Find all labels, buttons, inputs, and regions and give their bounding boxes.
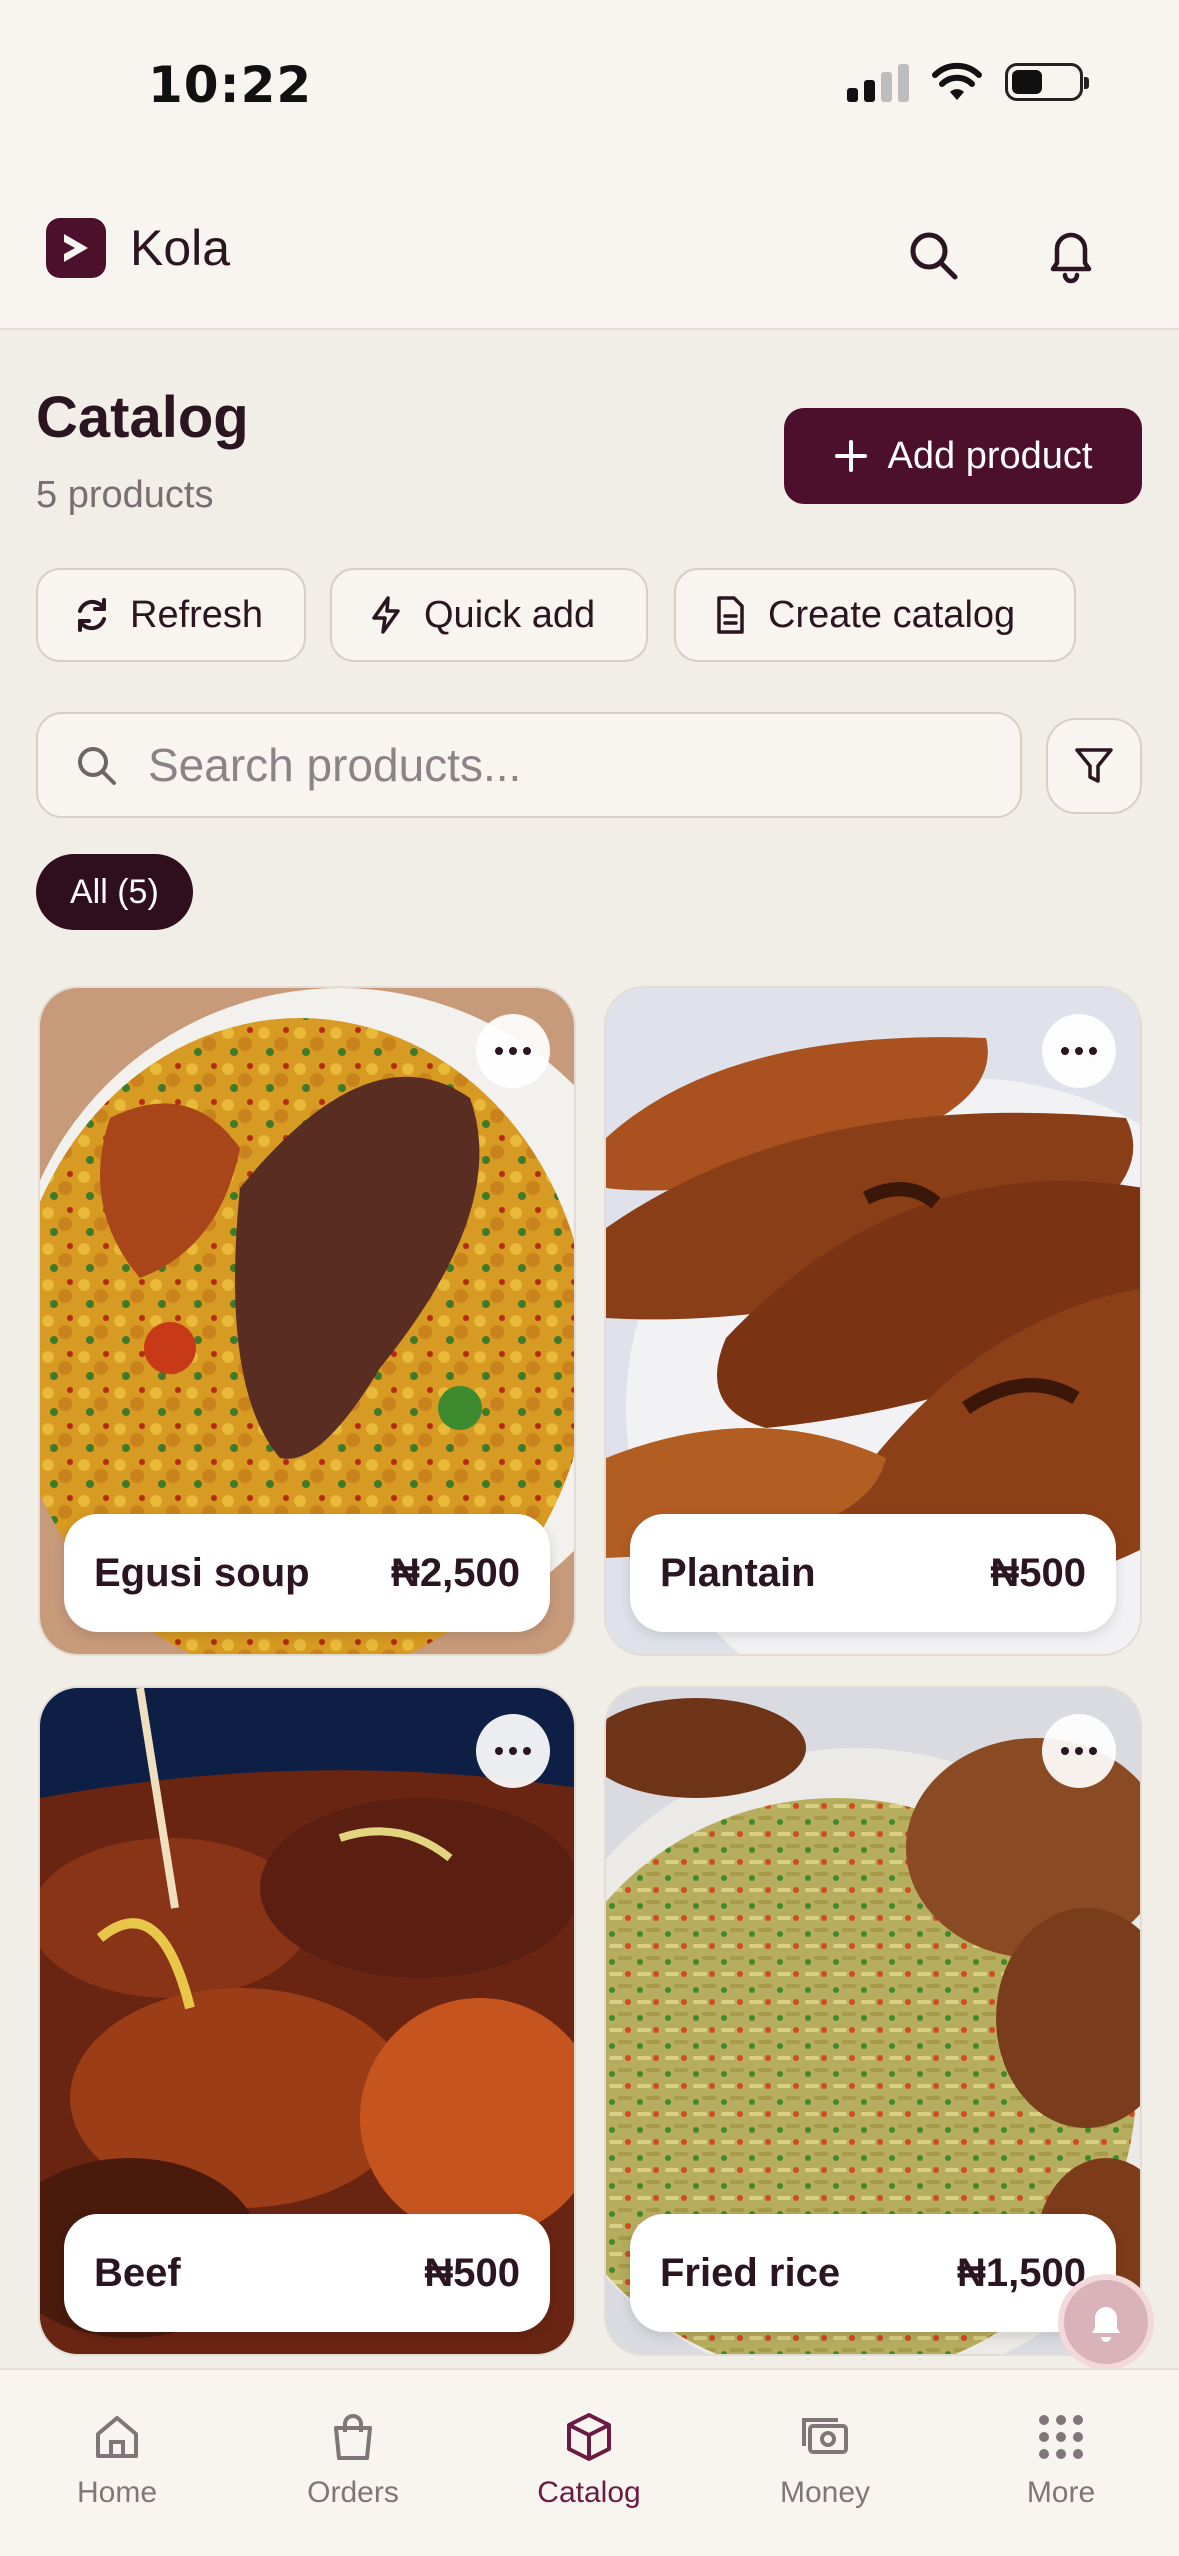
lightning-icon [372,596,400,634]
refresh-button[interactable]: Refresh [36,568,306,662]
refresh-label: Refresh [130,593,264,636]
search-icon [78,747,116,785]
nav-home-label: Home [76,2476,158,2509]
quick-add-button[interactable]: Quick add [330,568,648,662]
product-name: Egusi soup [94,1550,310,1595]
product-name: Plantain [660,1550,816,1595]
product-price: ₦500 [424,2250,520,2295]
plus-icon [834,440,867,472]
nav-more-label: More [1026,2476,1096,2509]
product-name: Beef [94,2250,181,2295]
product-label: Plantain ₦500 [630,1514,1116,1632]
product-label: Egusi soup ₦2,500 [64,1514,550,1632]
search-icon[interactable] [898,220,968,290]
status-time: 10:22 [148,56,313,114]
filter-button[interactable] [1046,718,1142,814]
money-icon [802,2418,848,2454]
document-icon [717,596,744,634]
nav-orders[interactable]: Orders [263,2410,443,2510]
app-name: Kola [130,220,231,276]
filter-chip-all[interactable]: All (5) [36,854,193,930]
product-label: Beef ₦500 [64,2214,550,2332]
brand: Kola [46,218,230,278]
page-title: Catalog [36,385,249,450]
product-card[interactable]: Beef ₦500 [38,1686,576,2356]
box-icon [567,2413,611,2461]
create-catalog-button[interactable]: Create catalog [674,568,1076,662]
bottom-nav: Home Orders Catalog Money More [0,2368,1179,2556]
quick-add-label: Quick add [424,593,596,636]
nav-catalog-label: Catalog [537,2476,641,2509]
product-card[interactable]: Plantain ₦500 [604,986,1142,1656]
nav-money-label: Money [779,2476,871,2509]
more-options-button[interactable] [1042,1714,1116,1788]
nav-home[interactable]: Home [27,2410,207,2510]
top-bar: 10:22 Kola [0,0,1179,330]
add-product-button[interactable]: Add product [784,408,1142,504]
product-price: ₦2,500 [391,1550,520,1595]
product-price: ₦1,500 [957,2250,1086,2295]
floating-bell-button[interactable] [1058,2274,1154,2370]
product-label: Fried rice ₦1,500 [630,2214,1116,2332]
wifi-icon [932,62,982,100]
nav-orders-label: Orders [307,2476,399,2509]
nav-more[interactable]: More [971,2410,1151,2510]
product-count: 5 products [36,474,214,516]
cellular-signal-icon [847,62,909,102]
product-name: Fried rice [660,2250,841,2295]
notification-bell-icon[interactable] [1036,220,1106,290]
product-card[interactable]: Egusi soup ₦2,500 [38,986,576,1656]
product-card[interactable]: Fried rice ₦1,500 [604,1686,1142,2356]
battery-icon [1005,63,1089,101]
product-price: ₦500 [990,1550,1086,1595]
nav-catalog[interactable]: Catalog [499,2410,679,2510]
shopping-bag-icon [334,2414,372,2460]
search-input[interactable] [148,738,968,792]
search-bar[interactable] [36,712,1022,818]
more-options-button[interactable] [476,1714,550,1788]
status-icons [847,62,1089,102]
kola-logo-icon [46,218,106,278]
more-options-button[interactable] [476,1014,550,1088]
add-product-label: Add product [887,434,1093,477]
home-icon [96,2416,138,2458]
nav-money[interactable]: Money [735,2410,915,2510]
create-catalog-label: Create catalog [768,593,1016,636]
filter-icon [1075,748,1113,783]
refresh-icon [78,598,106,632]
bell-icon [1092,2307,1120,2342]
more-options-button[interactable] [1042,1014,1116,1088]
grid-dots-icon [1039,2415,1083,2459]
